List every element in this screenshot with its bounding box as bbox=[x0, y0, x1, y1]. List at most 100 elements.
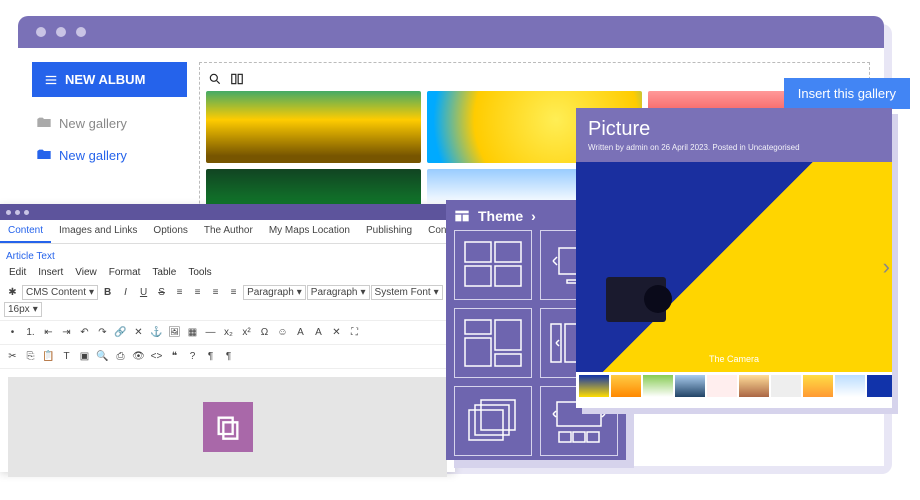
thumbnail[interactable] bbox=[206, 91, 421, 163]
find-icon[interactable]: 🔍 bbox=[94, 348, 111, 365]
align-right-icon[interactable]: ≡ bbox=[207, 284, 224, 301]
sidebar-item-gallery[interactable]: New gallery bbox=[32, 107, 187, 139]
camera-illustration bbox=[606, 277, 666, 322]
columns-icon[interactable] bbox=[230, 72, 244, 86]
help-icon[interactable]: ? bbox=[184, 348, 201, 365]
emoji-icon[interactable]: ☺ bbox=[274, 324, 291, 341]
sub-icon[interactable]: x₂ bbox=[220, 324, 237, 341]
editor-canvas[interactable] bbox=[8, 377, 447, 477]
window-dot bbox=[56, 27, 66, 37]
window-titlebar bbox=[18, 16, 884, 48]
rtl-icon[interactable]: ¶ bbox=[220, 348, 237, 365]
link-icon[interactable]: 🔗 bbox=[112, 324, 129, 341]
strip-thumb[interactable] bbox=[611, 375, 641, 397]
select-all-icon[interactable]: ▣ bbox=[76, 348, 93, 365]
bg-icon[interactable]: A bbox=[310, 324, 327, 341]
redo-icon[interactable]: ↷ bbox=[94, 324, 111, 341]
strike-icon[interactable]: S bbox=[153, 284, 170, 301]
editor-toolbar-2: • 1. ⇤ ⇥ ↶ ↷ 🔗 ✕ ⚓ 🖼 ▦ — x₂ x² Ω ☺ A A ✕… bbox=[0, 321, 455, 345]
code-icon[interactable]: <> bbox=[148, 348, 165, 365]
sidebar-item-label: New gallery bbox=[59, 116, 127, 131]
tab-images-links[interactable]: Images and Links bbox=[51, 220, 145, 243]
tab-maps[interactable]: My Maps Location bbox=[261, 220, 358, 243]
layout-masonry[interactable] bbox=[454, 308, 532, 378]
print-icon[interactable]: ⎙ bbox=[112, 348, 129, 365]
align-justify-icon[interactable]: ≡ bbox=[225, 284, 242, 301]
menu-edit[interactable]: Edit bbox=[4, 265, 31, 280]
gallery-placeholder[interactable] bbox=[203, 402, 253, 452]
fullscreen-icon[interactable]: ⛶ bbox=[346, 324, 363, 341]
strip-thumb[interactable] bbox=[835, 375, 865, 397]
list-number-icon[interactable]: 1. bbox=[22, 324, 39, 341]
strip-thumb[interactable] bbox=[867, 375, 892, 397]
joomla-icon[interactable]: ✱ bbox=[4, 284, 21, 301]
window-dot bbox=[76, 27, 86, 37]
italic-icon[interactable]: I bbox=[117, 284, 134, 301]
sidebar-item-label: New gallery bbox=[59, 148, 127, 163]
new-album-button[interactable]: NEW ALBUM bbox=[32, 62, 187, 97]
paragraph-select[interactable]: Paragraph▾ bbox=[243, 285, 306, 300]
sidebar-item-gallery[interactable]: New gallery bbox=[32, 139, 187, 171]
layout-stack[interactable] bbox=[454, 386, 532, 456]
strip-thumb[interactable] bbox=[675, 375, 705, 397]
strip-thumb[interactable] bbox=[643, 375, 673, 397]
align-center-icon[interactable]: ≡ bbox=[189, 284, 206, 301]
indent-icon[interactable]: ⇥ bbox=[58, 324, 75, 341]
char-icon[interactable]: Ω bbox=[256, 324, 273, 341]
strip-thumb[interactable] bbox=[739, 375, 769, 397]
tab-options[interactable]: Options bbox=[145, 220, 195, 243]
outdent-icon[interactable]: ⇤ bbox=[40, 324, 57, 341]
search-icon[interactable] bbox=[208, 72, 222, 86]
menu-table[interactable]: Table bbox=[147, 265, 181, 280]
menu-view[interactable]: View bbox=[70, 265, 102, 280]
ltr-icon[interactable]: ¶ bbox=[202, 348, 219, 365]
menu-tools[interactable]: Tools bbox=[183, 265, 216, 280]
preview-header: Picture Written by admin on 26 April 202… bbox=[576, 108, 892, 162]
paste-icon[interactable]: 📋 bbox=[40, 348, 57, 365]
paragraph-select-2[interactable]: Paragraph▾ bbox=[307, 285, 370, 300]
preview-image: The Camera › bbox=[576, 162, 892, 372]
cms-content-button[interactable]: CMS Content▾ bbox=[22, 285, 98, 300]
unlink-icon[interactable]: ✕ bbox=[130, 324, 147, 341]
menu-format[interactable]: Format bbox=[104, 265, 146, 280]
strip-thumb[interactable] bbox=[579, 375, 609, 397]
next-arrow-icon[interactable]: › bbox=[883, 254, 890, 280]
undo-icon[interactable]: ↶ bbox=[76, 324, 93, 341]
preview-title: Picture bbox=[588, 118, 880, 141]
tab-content[interactable]: Content bbox=[0, 220, 51, 243]
new-album-label: NEW ALBUM bbox=[65, 72, 145, 87]
chevron-right-icon: › bbox=[531, 208, 536, 224]
menu-insert[interactable]: Insert bbox=[33, 265, 68, 280]
blockquote-icon[interactable]: ❝ bbox=[166, 348, 183, 365]
hr-icon[interactable]: — bbox=[202, 324, 219, 341]
preview-icon[interactable]: 👁 bbox=[130, 348, 147, 365]
folder-icon bbox=[36, 115, 52, 131]
editor-menubar: Edit Insert View Format Table Tools bbox=[0, 264, 455, 281]
size-select[interactable]: 16px▾ bbox=[4, 302, 42, 317]
paste-text-icon[interactable]: T bbox=[58, 348, 75, 365]
preview-meta: Written by admin on 26 April 2023. Poste… bbox=[588, 143, 880, 152]
font-select[interactable]: System Font▾ bbox=[371, 285, 443, 300]
strip-thumb[interactable] bbox=[707, 375, 737, 397]
insert-gallery-button[interactable]: Insert this gallery bbox=[784, 78, 910, 109]
bold-icon[interactable]: B bbox=[99, 284, 116, 301]
image-icon[interactable]: 🖼 bbox=[166, 324, 183, 341]
underline-icon[interactable]: U bbox=[135, 284, 152, 301]
strip-thumb[interactable] bbox=[803, 375, 833, 397]
sup-icon[interactable]: x² bbox=[238, 324, 255, 341]
tab-publishing[interactable]: Publishing bbox=[358, 220, 420, 243]
align-left-icon[interactable]: ≡ bbox=[171, 284, 188, 301]
table-icon[interactable]: ▦ bbox=[184, 324, 201, 341]
tab-author[interactable]: The Author bbox=[196, 220, 261, 243]
color-icon[interactable]: A bbox=[292, 324, 309, 341]
preview-thumbstrip bbox=[576, 372, 892, 400]
anchor-icon[interactable]: ⚓ bbox=[148, 324, 165, 341]
strip-thumb[interactable] bbox=[771, 375, 801, 397]
list-bullet-icon[interactable]: • bbox=[4, 324, 21, 341]
new-album-icon bbox=[44, 73, 58, 87]
editor-titlebar bbox=[0, 204, 455, 220]
copy-icon[interactable]: ⎘ bbox=[22, 348, 39, 365]
layout-grid[interactable] bbox=[454, 230, 532, 300]
clear-icon[interactable]: ✕ bbox=[328, 324, 345, 341]
cut-icon[interactable]: ✂ bbox=[4, 348, 21, 365]
